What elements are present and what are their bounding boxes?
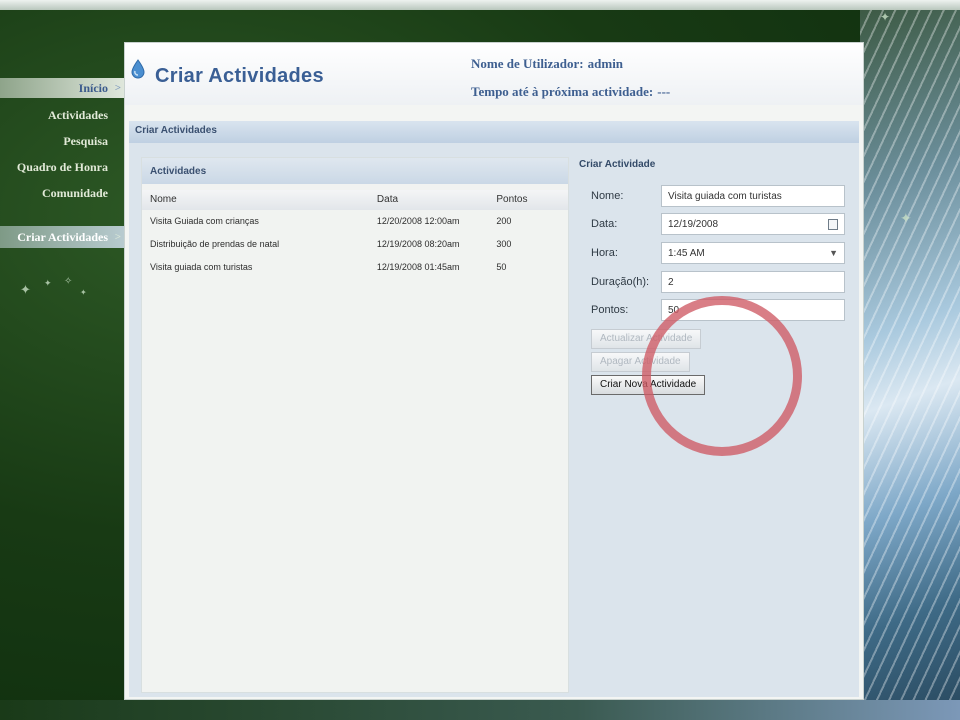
cell-nome: Visita Guiada com crianças [150, 216, 259, 226]
next-activity-line: Tempo até à próxima actividade: --- [471, 82, 670, 110]
data-label: Data: [591, 218, 618, 230]
cell-data: 12/20/2008 12:00am [376, 216, 460, 226]
cell-data: 12/19/2008 08:20am [376, 239, 460, 249]
chevron-right-icon: > [114, 82, 121, 94]
cell-pontos: 50 [496, 262, 507, 272]
cell-pontos: 200 [496, 216, 512, 226]
table-row[interactable]: Distribuição de prendas de natal 12/19/2… [142, 233, 568, 256]
activities-panel-title: Actividades [142, 158, 568, 184]
nav-item-label: Quadro de Honra [16, 160, 108, 174]
nav-item-comunidade[interactable]: Comunidade [0, 180, 124, 206]
sparkle-icon: ✧ [64, 276, 73, 287]
hora-label: Hora: [591, 247, 618, 259]
browser-top-strip [0, 0, 960, 10]
chevron-right-icon: > [114, 231, 121, 243]
sparkle-icon: ✦ [880, 10, 891, 24]
cell-nome: Visita guiada com turistas [150, 262, 253, 272]
form-row-data: Data: 12/19/2008 [591, 213, 845, 235]
create-activity-title: Criar Actividade [579, 159, 656, 170]
sparkle-icon: ✦ [80, 288, 87, 297]
form-row-hora: Hora: 1:45 AM ▼ [591, 242, 845, 264]
duracao-value: 2 [668, 276, 674, 288]
user-info: Nome de Utilizador: admin Tempo até à pró… [471, 54, 670, 110]
nav-item-label: Pesquisa [63, 134, 108, 148]
calendar-icon[interactable] [828, 218, 838, 230]
activities-list-panel: Actividades Nome Data Pontos Visita Guia… [141, 157, 569, 693]
background-light-streaks [860, 10, 960, 710]
nome-value: Visita guiada com turistas [668, 190, 782, 202]
nav-item-actividades[interactable]: Actividades [0, 102, 124, 128]
username-label: Nome de Utilizador: [471, 56, 584, 71]
next-activity-label: Tempo até à próxima actividade: [471, 84, 654, 99]
sparkle-icon: ✦ [20, 282, 31, 297]
hora-value: 1:45 AM [668, 247, 705, 259]
form-row-duracao: Duração(h): 2 [591, 271, 845, 293]
nav-item-inicio[interactable]: Início > [0, 78, 124, 98]
sparkle-icon: ✦ [44, 278, 52, 288]
cell-nome: Distribuição de prendas de natal [150, 239, 280, 249]
page-title: Criar Actividades [155, 65, 324, 87]
hora-select[interactable]: 1:45 AM ▼ [661, 242, 845, 264]
column-header-pontos[interactable]: Pontos [492, 190, 568, 210]
nav-item-label: Comunidade [41, 186, 108, 200]
table-header: Nome Data Pontos [142, 190, 568, 210]
nav-item-quadro-de-honra[interactable]: Quadro de Honra [0, 154, 124, 180]
column-header-nome[interactable]: Nome [142, 190, 373, 210]
dropdown-arrow-icon[interactable]: ▼ [829, 248, 838, 258]
next-activity-value: --- [657, 84, 671, 99]
nav-item-pesquisa[interactable]: Pesquisa [0, 128, 124, 154]
table-row[interactable]: Visita guiada com turistas 12/19/2008 01… [142, 256, 568, 279]
data-value: 12/19/2008 [668, 218, 719, 230]
background-bottom [0, 700, 960, 720]
section-title: Criar Actividades [129, 121, 859, 143]
column-header-data[interactable]: Data [373, 190, 492, 210]
nav-item-label: Criar Actividades [17, 230, 108, 244]
data-input[interactable]: 12/19/2008 [661, 213, 845, 235]
username-value: admin [587, 56, 624, 71]
pontos-label: Pontos: [591, 304, 629, 316]
cell-pontos: 300 [496, 239, 512, 249]
sparkle-icon: ✦ [900, 210, 912, 226]
side-navigation: Início > Actividades Pesquisa Quadro de … [0, 78, 124, 248]
table-row[interactable]: Visita Guiada com crianças 12/20/2008 12… [142, 210, 568, 233]
highlight-circle [642, 296, 802, 456]
page-header: Criar Actividades Nome de Utilizador: adm… [125, 43, 863, 105]
nav-item-criar-actividades[interactable]: Criar Actividades > [0, 226, 124, 248]
duracao-input[interactable]: 2 [661, 271, 845, 293]
nome-label: Nome: [591, 190, 624, 202]
nome-input[interactable]: Visita guiada com turistas [661, 185, 845, 207]
form-row-nome: Nome: Visita guiada com turistas [591, 185, 845, 207]
nav-item-label: Actividades [48, 108, 108, 122]
username-line: Nome de Utilizador: admin [471, 54, 670, 82]
cell-data: 12/19/2008 01:45am [376, 262, 460, 272]
nav-item-label: Início [78, 81, 108, 95]
water-drop-icon [131, 59, 145, 79]
duracao-label: Duração(h): [591, 276, 650, 288]
